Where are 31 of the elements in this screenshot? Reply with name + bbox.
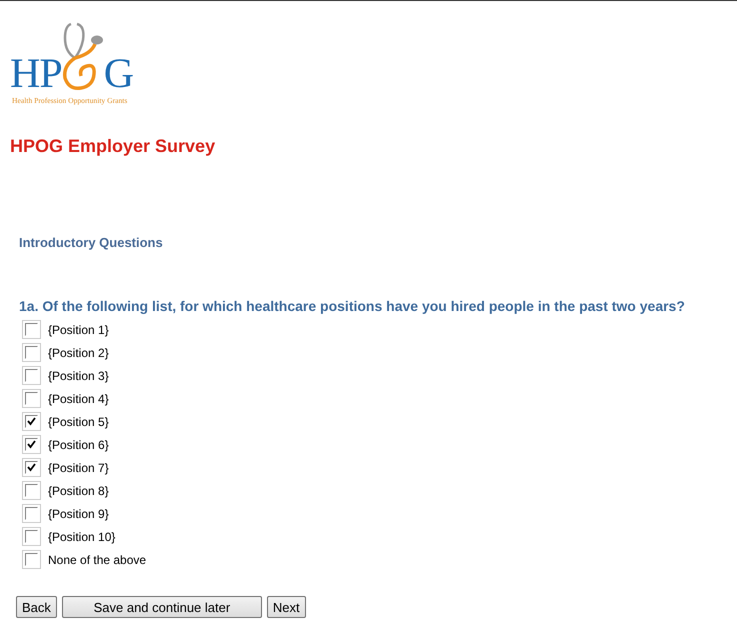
option-label: {Position 3}: [48, 368, 109, 382]
checkbox[interactable]: [25, 346, 38, 359]
option-label: None of the above: [48, 552, 146, 566]
back-button[interactable]: Back: [16, 596, 57, 618]
checkbox[interactable]: [25, 438, 38, 451]
checkbox[interactable]: [25, 415, 38, 428]
survey-title: HPOG Employer Survey: [10, 135, 216, 157]
logo-letters: G: [104, 56, 134, 92]
section-heading: Introductory Questions: [19, 235, 164, 251]
option-label: {Position 7}: [48, 460, 109, 474]
checkbox[interactable]: [25, 369, 38, 382]
option-label: {Position 4}: [48, 392, 109, 406]
checkbox[interactable]: [25, 392, 38, 405]
question-text: 1a. Of the following list, for which healthcare positions have you hired people in the past two years?: [19, 297, 686, 315]
checkbox[interactable]: [25, 530, 38, 543]
checkbox[interactable]: [25, 461, 38, 474]
option-label: {Position 9}: [48, 506, 109, 520]
checkbox[interactable]: [25, 323, 38, 336]
checkbox[interactable]: [25, 484, 38, 497]
save-later-button[interactable]: Save and continue later: [62, 596, 262, 618]
stethoscope-icon: [60, 20, 105, 92]
option-label: {Position 6}: [48, 438, 109, 452]
checkbox[interactable]: [25, 553, 38, 566]
option-label: {Position 2}: [48, 346, 109, 360]
option-label: {Position 10}: [48, 530, 116, 544]
next-button[interactable]: Next: [266, 596, 306, 618]
option-label: {Position 1}: [48, 322, 109, 336]
option-label: {Position 8}: [48, 484, 109, 498]
logo-letters: HP: [10, 56, 62, 92]
checkbox[interactable]: [25, 507, 38, 520]
option-label: {Position 5}: [48, 414, 109, 428]
